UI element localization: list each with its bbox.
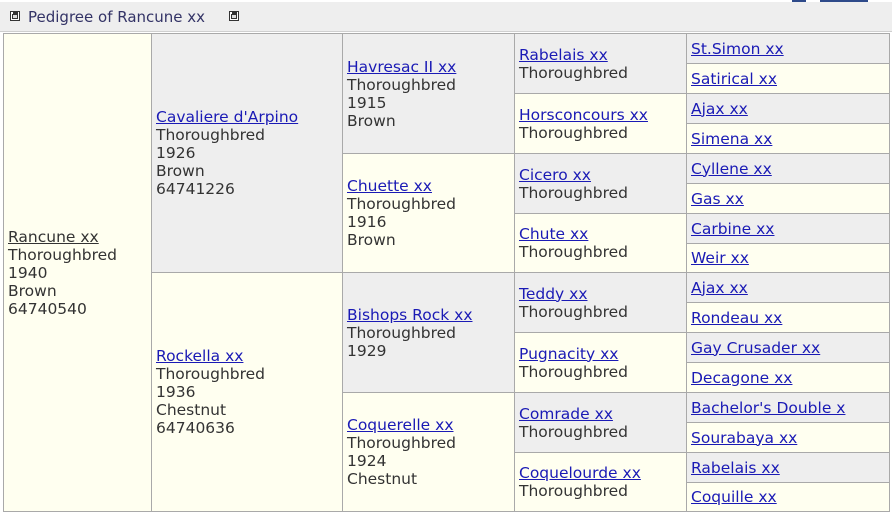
year-text: 1924 bbox=[347, 452, 387, 470]
breed-text: Thoroughbred bbox=[8, 245, 118, 264]
gen3-cell: Havresac II xx Thoroughbred 1915 Brown bbox=[343, 34, 515, 154]
dam-cell: Rockella xx Thoroughbred 1936 Chestnut 6… bbox=[152, 273, 343, 512]
gen5-cell: Satirical xx bbox=[687, 64, 890, 94]
gen4-cell: Comrade xx Thoroughbred bbox=[515, 393, 687, 453]
ancestor-link[interactable]: Gas xx bbox=[691, 190, 744, 208]
breed-text: Thoroughbred bbox=[519, 362, 629, 381]
gen4-cell: Cicero xx Thoroughbred bbox=[515, 154, 687, 214]
window-restore-icon[interactable] bbox=[10, 11, 20, 21]
gen3-cell: Bishops Rock xx Thoroughbred 1929 bbox=[343, 273, 515, 393]
breed-text: Thoroughbred bbox=[519, 63, 629, 82]
gen5-cell: Decagone xx bbox=[687, 363, 890, 393]
ancestor-link[interactable]: Gay Crusader xx bbox=[691, 339, 820, 357]
ancestor-link[interactable]: Rabelais xx bbox=[519, 46, 608, 64]
gen5-cell: Coquille xx bbox=[687, 483, 890, 512]
gen5-cell: Ajax xx bbox=[687, 94, 890, 124]
breed-text: Thoroughbred bbox=[347, 75, 457, 94]
breed-text: Thoroughbred bbox=[347, 323, 457, 342]
year-text: 1940 bbox=[8, 263, 48, 282]
ancestor-link[interactable]: Rondeau xx bbox=[691, 309, 782, 327]
window-restore-icon[interactable] bbox=[229, 11, 239, 21]
breed-text: Thoroughbred bbox=[347, 434, 457, 452]
ancestor-link[interactable]: Simena xx bbox=[691, 130, 772, 148]
subject-horse-cell: Rancune xx Thoroughbred 1940 Brown 64740… bbox=[4, 34, 152, 512]
gen5-cell: Cyllene xx bbox=[687, 154, 890, 184]
pedigree-table: Rancune xx Thoroughbred 1940 Brown 64740… bbox=[3, 33, 890, 512]
ancestor-link[interactable]: Cyllene xx bbox=[691, 160, 772, 178]
year-text: 1929 bbox=[347, 341, 387, 360]
gen5-cell: Bachelor's Double x bbox=[687, 393, 890, 423]
ancestor-link[interactable]: Horsconcours xx bbox=[519, 106, 648, 124]
breed-text: Thoroughbred bbox=[519, 482, 629, 500]
color-text: Chestnut bbox=[156, 401, 227, 419]
ancestor-link[interactable]: St.Simon xx bbox=[691, 40, 784, 58]
page-title: Pedigree of Rancune xx bbox=[28, 8, 206, 26]
gen5-cell: Simena xx bbox=[687, 124, 890, 154]
ancestor-link[interactable]: Decagone xx bbox=[691, 369, 792, 387]
ancestor-link[interactable]: Sourabaya xx bbox=[691, 429, 797, 447]
color-text: Chestnut bbox=[347, 470, 418, 488]
breed-text: Thoroughbred bbox=[156, 126, 266, 144]
reg-id-text: 64740636 bbox=[156, 419, 235, 437]
reg-id-text: 64741226 bbox=[156, 180, 235, 198]
breed-text: Thoroughbred bbox=[519, 183, 629, 202]
gen5-cell: St.Simon xx bbox=[687, 34, 890, 64]
color-text: Brown bbox=[156, 162, 205, 180]
ancestor-link[interactable]: Coquille xx bbox=[691, 488, 777, 506]
gen4-cell: Teddy xx Thoroughbred bbox=[515, 273, 687, 333]
color-text: Brown bbox=[347, 111, 396, 130]
breed-text: Thoroughbred bbox=[347, 195, 457, 213]
ancestor-link[interactable]: Coquerelle xx bbox=[347, 416, 454, 434]
gen5-cell: Gay Crusader xx bbox=[687, 333, 890, 363]
gen5-cell: Rabelais xx bbox=[687, 453, 890, 483]
dam-link[interactable]: Rockella xx bbox=[156, 347, 243, 365]
year-text: 1916 bbox=[347, 213, 387, 231]
ancestor-link[interactable]: Bishops Rock xx bbox=[347, 306, 473, 324]
ancestor-link[interactable]: Cicero xx bbox=[519, 166, 591, 184]
gen4-cell: Rabelais xx Thoroughbred bbox=[515, 34, 687, 94]
gen4-cell: Pugnacity xx Thoroughbred bbox=[515, 333, 687, 393]
ancestor-link[interactable]: Coquelourde xx bbox=[519, 464, 641, 482]
ancestor-link[interactable]: Ajax xx bbox=[691, 100, 748, 118]
breed-text: Thoroughbred bbox=[519, 243, 629, 261]
gen3-cell: Chuette xx Thoroughbred 1916 Brown bbox=[343, 154, 515, 273]
ancestor-link[interactable]: Rabelais xx bbox=[691, 459, 780, 477]
year-text: 1915 bbox=[347, 93, 387, 112]
gen3-cell: Coquerelle xx Thoroughbred 1924 Chestnut bbox=[343, 393, 515, 512]
ancestor-link[interactable]: Bachelor's Double x bbox=[691, 399, 845, 417]
year-text: 1936 bbox=[156, 383, 196, 401]
gen4-cell: Coquelourde xx Thoroughbred bbox=[515, 453, 687, 512]
gen5-cell: Carbine xx bbox=[687, 214, 890, 244]
gen5-cell: Weir xx bbox=[687, 244, 890, 273]
pedigree-titlebar: Pedigree of Rancune xx bbox=[0, 2, 892, 32]
ancestor-link[interactable]: Satirical xx bbox=[691, 70, 777, 88]
ancestor-link[interactable]: Chuette xx bbox=[347, 177, 432, 195]
ancestor-link[interactable]: Chute xx bbox=[519, 225, 588, 243]
gen5-cell: Sourabaya xx bbox=[687, 423, 890, 453]
ancestor-link[interactable]: Comrade xx bbox=[519, 405, 613, 423]
breed-text: Thoroughbred bbox=[156, 365, 266, 383]
gen5-cell: Rondeau xx bbox=[687, 303, 890, 333]
subject-horse-link[interactable]: Rancune xx bbox=[8, 228, 99, 246]
ancestor-link[interactable]: Weir xx bbox=[691, 249, 749, 267]
breed-text: Thoroughbred bbox=[519, 422, 629, 441]
sire-link[interactable]: Cavaliere d'Arpino bbox=[156, 108, 298, 126]
year-text: 1926 bbox=[156, 144, 196, 162]
ancestor-link[interactable]: Teddy xx bbox=[519, 285, 588, 303]
color-text: Brown bbox=[8, 281, 57, 300]
breed-text: Thoroughbred bbox=[519, 123, 629, 142]
color-text: Brown bbox=[347, 231, 396, 249]
ancestor-link[interactable]: Ajax xx bbox=[691, 279, 748, 297]
reg-id-text: 64740540 bbox=[8, 299, 87, 318]
gen4-cell: Chute xx Thoroughbred bbox=[515, 214, 687, 273]
gen5-cell: Ajax xx bbox=[687, 273, 890, 303]
ancestor-link[interactable]: Havresac II xx bbox=[347, 58, 456, 76]
ancestor-link[interactable]: Carbine xx bbox=[691, 220, 774, 238]
gen4-cell: Horsconcours xx Thoroughbred bbox=[515, 94, 687, 154]
gen5-cell: Gas xx bbox=[687, 184, 890, 214]
sire-cell: Cavaliere d'Arpino Thoroughbred 1926 Bro… bbox=[152, 34, 343, 273]
ancestor-link[interactable]: Pugnacity xx bbox=[519, 345, 618, 363]
breed-text: Thoroughbred bbox=[519, 302, 629, 321]
